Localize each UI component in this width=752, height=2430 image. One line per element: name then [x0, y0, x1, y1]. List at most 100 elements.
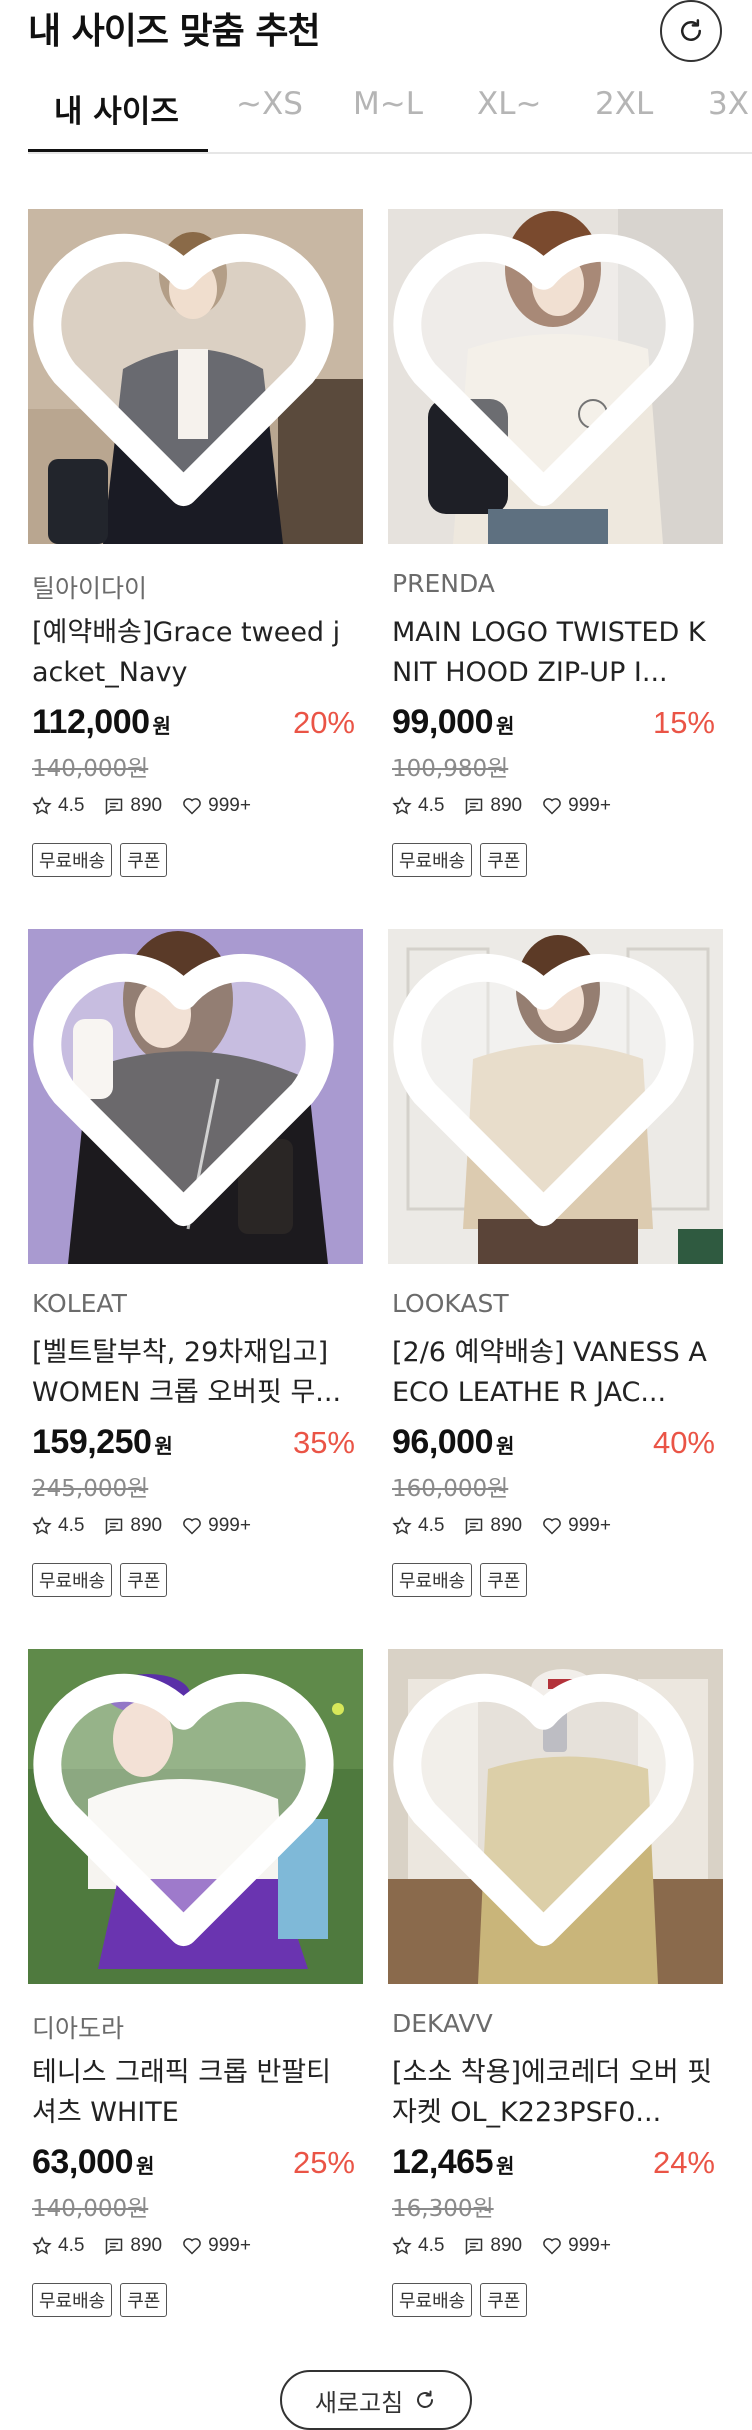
free-shipping-tag: 무료배송 — [32, 1563, 113, 1597]
refresh-button[interactable] — [660, 0, 722, 62]
product-stats: 4.5 890 999+ — [32, 2235, 271, 2257]
product-image[interactable] — [28, 929, 363, 1264]
product-name[interactable]: 테니스 그래픽 크롭 반팔티 셔츠 WHITE — [32, 2053, 358, 2133]
header: 내 사이즈 맞춤 추천 — [0, 0, 752, 62]
heart-icon[interactable] — [388, 929, 711, 1254]
product-stats: 4.5 890 999+ — [392, 795, 631, 817]
discount-rate: 24% — [652, 2145, 715, 2180]
tab-2xl[interactable]: 2XL — [595, 86, 653, 122]
product-image[interactable] — [388, 1649, 723, 1984]
price-value: 63,000 — [32, 2143, 134, 2181]
review-count: 890 — [130, 2235, 163, 2256]
product-image[interactable] — [388, 929, 723, 1264]
heart-icon[interactable] — [388, 1649, 711, 1974]
coupon-tag: 쿠폰 — [120, 2283, 168, 2317]
tab-3xl[interactable]: 3XL — [708, 86, 752, 122]
product-tags: 무료배송 쿠폰 — [392, 843, 535, 877]
review-count: 890 — [490, 2235, 523, 2256]
tab-xs[interactable]: ~XS — [236, 86, 303, 122]
heart-icon[interactable] — [28, 209, 351, 534]
coupon-tag: 쿠폰 — [480, 1563, 528, 1597]
product-stats: 4.5 890 999+ — [32, 1515, 271, 1537]
product-stats: 4.5 890 999+ — [32, 795, 271, 817]
star-icon — [32, 1516, 52, 1535]
review-count: 890 — [490, 1515, 523, 1536]
bottom-refresh-button[interactable]: 새로고침 — [280, 2370, 472, 2430]
coupon-tag: 쿠폰 — [120, 1563, 168, 1597]
star-icon — [32, 2236, 52, 2255]
rating: 4.5 — [418, 1515, 445, 1536]
coupon-tag: 쿠폰 — [120, 843, 168, 877]
original-price: 140,000원 — [32, 756, 149, 782]
product-tags: 무료배송 쿠폰 — [392, 1563, 535, 1597]
rating: 4.5 — [58, 2235, 85, 2256]
like-count: 999+ — [208, 1515, 251, 1536]
product-brand: LOOKAST — [392, 1289, 509, 1318]
heart-icon[interactable] — [388, 209, 711, 534]
product-brand: 디아도라 — [32, 2014, 125, 2043]
review-icon — [466, 2238, 483, 2256]
product-price: 12,465 원 — [392, 2143, 514, 2182]
star-icon — [392, 796, 412, 815]
product-price: 99,000 원 — [392, 703, 514, 742]
product-image[interactable] — [28, 209, 363, 544]
price-value: 112,000 — [32, 703, 150, 741]
heart-outline-icon — [543, 798, 561, 815]
review-icon — [106, 1518, 123, 1536]
like-count: 999+ — [568, 795, 611, 816]
currency-label: 원 — [152, 714, 171, 738]
currency-label: 원 — [154, 1434, 173, 1458]
heart-outline-icon — [183, 798, 201, 815]
tab-my-size[interactable]: 내 사이즈 — [54, 86, 179, 131]
tab-m-l[interactable]: M~L — [353, 86, 423, 122]
coupon-tag: 쿠폰 — [480, 2283, 528, 2317]
review-icon — [466, 798, 483, 816]
price-value: 96,000 — [392, 1423, 494, 1461]
currency-label: 원 — [136, 2154, 154, 2178]
product-tags: 무료배송 쿠폰 — [392, 2283, 535, 2317]
product-price: 96,000 원 — [392, 1423, 514, 1462]
discount-rate: 40% — [652, 1425, 715, 1460]
rating: 4.5 — [418, 795, 445, 816]
product-tags: 무료배송 쿠폰 — [32, 843, 175, 877]
discount-rate: 15% — [652, 705, 715, 740]
like-count: 999+ — [568, 1515, 611, 1536]
review-icon — [466, 1518, 483, 1536]
discount-rate: 35% — [292, 1425, 355, 1460]
product-name[interactable]: MAIN LOGO TWISTED KNIT HOOD ZIP-UP I... — [392, 613, 718, 693]
refresh-icon — [681, 19, 701, 41]
product-tags: 무료배송 쿠폰 — [32, 2283, 175, 2317]
rating: 4.5 — [58, 1515, 85, 1536]
free-shipping-tag: 무료배송 — [392, 1563, 473, 1597]
product-stats: 4.5 890 999+ — [392, 2235, 631, 2257]
like-count: 999+ — [568, 2235, 611, 2256]
free-shipping-tag: 무료배송 — [32, 843, 113, 877]
product-name[interactable]: [예약배송]Grace tweed j acket_Navy — [32, 613, 358, 693]
product-brand: 틸아이다이 — [32, 574, 148, 603]
refresh-icon — [417, 2390, 434, 2408]
product-name[interactable]: [소소 착용]에코레더 오버 핏 자켓 OL_K223PSF0... — [392, 2053, 718, 2133]
heart-outline-icon — [183, 2238, 201, 2255]
heart-outline-icon — [543, 1518, 561, 1535]
product-name[interactable]: [2/6 예약배송] VANESS A ECO LEATHE R JAC... — [392, 1333, 718, 1413]
product-price: 112,000 원 — [32, 703, 171, 742]
discount-rate: 20% — [292, 705, 355, 740]
currency-label: 원 — [496, 1434, 514, 1458]
star-icon — [32, 796, 52, 815]
product-brand: DEKAVV — [392, 2009, 493, 2038]
review-icon — [106, 2238, 123, 2256]
heart-icon[interactable] — [28, 929, 351, 1254]
product-image[interactable] — [28, 1649, 363, 1984]
heart-outline-icon — [543, 2238, 561, 2255]
product-name[interactable]: [벨트탈부착, 29차재입고] WOMEN 크롭 오버핏 무... — [32, 1333, 358, 1413]
tab-xl[interactable]: XL~ — [477, 86, 541, 122]
free-shipping-tag: 무료배송 — [32, 2283, 113, 2317]
tab-active-indicator — [28, 149, 208, 152]
original-price: 140,000원 — [32, 2196, 149, 2222]
page-title: 내 사이즈 맞춤 추천 — [28, 11, 321, 52]
heart-icon[interactable] — [28, 1649, 351, 1974]
product-image[interactable] — [388, 209, 723, 544]
review-count: 890 — [490, 795, 523, 816]
rating: 4.5 — [418, 2235, 445, 2256]
review-count: 890 — [130, 795, 163, 816]
